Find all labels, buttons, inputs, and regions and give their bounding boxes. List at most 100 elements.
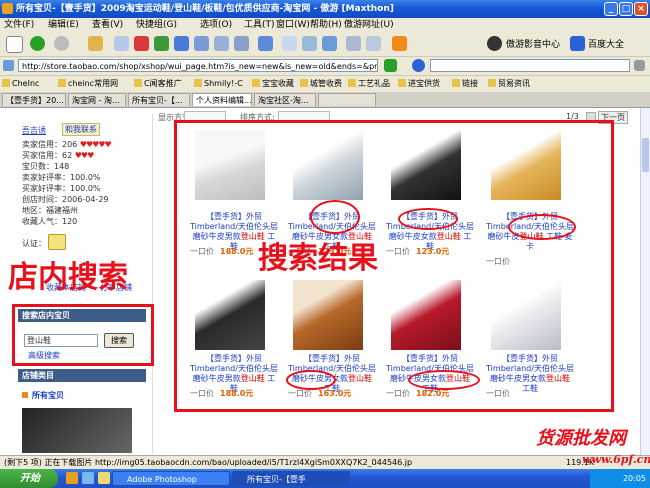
folder-icon [488, 79, 496, 87]
favorites-item[interactable]: cheinc常用网 [58, 76, 118, 92]
window-title: 所有宝贝-【壹手货】2009淘宝运动鞋/登山鞋/板鞋/包优质供应商-淘宝网 - … [16, 4, 394, 14]
status-bar: (剩下5 项) 正在下载图片 http://img05.taobaocdn.co… [0, 453, 650, 470]
certification-label: 认证： [22, 239, 46, 248]
search-results-highlight-box [174, 120, 614, 412]
favorites-item[interactable]: 城管收费 [300, 76, 342, 92]
back-icon[interactable] [30, 36, 45, 51]
zoom-icon[interactable] [322, 36, 337, 51]
favorites-item[interactable]: Shmily!-C [194, 76, 243, 92]
favorites-bar: CheInc cheinc常用网 C闻客推广 Shmily!-C 宝宝收藏 城管… [0, 76, 650, 93]
stat-favorites: 收藏人气：120 [22, 217, 78, 226]
tab-item[interactable] [318, 93, 376, 106]
stat-seller-credit: 卖家信用：206 ♥♥♥♥♥ [22, 140, 112, 149]
close-button[interactable]: × [634, 2, 648, 16]
taskbar-photoshop[interactable]: Adobe Photoshop [112, 471, 230, 486]
forward-icon[interactable] [54, 36, 69, 51]
stat-open-date: 创店时间：2006-04-29 [22, 195, 109, 204]
menu-edit[interactable]: 编辑(E) [48, 18, 79, 32]
category-all-items[interactable]: 所有宝贝 [32, 390, 64, 401]
maximize-button[interactable]: □ [619, 2, 633, 16]
menu-maxthon-sites[interactable]: 傲游网址(U) [344, 18, 394, 32]
menu-tools[interactable]: 工具(T) [244, 18, 275, 32]
favorites-item[interactable]: CheInc [2, 76, 39, 92]
favorites-item[interactable]: 贸易资讯 [488, 76, 530, 92]
tab-icon[interactable] [114, 36, 129, 51]
menu-options[interactable]: 选项(O) [200, 18, 232, 32]
highlight-scribble [310, 200, 360, 234]
heart-icon: ♥♥♥ [74, 151, 94, 160]
history-icon[interactable] [194, 36, 209, 51]
rss-icon[interactable] [392, 36, 407, 51]
web-search-input[interactable] [430, 59, 630, 72]
up-folder-icon[interactable] [88, 36, 103, 51]
rss-reader-icon[interactable] [234, 36, 249, 51]
store-search-annotation: 店内搜索 [8, 260, 128, 295]
menu-groups[interactable]: 快捷组(G) [136, 18, 177, 32]
window-titlebar: 所有宝贝-【壹手货】2009淘宝运动鞋/登山鞋/板鞋/包优质供应商-淘宝网 - … [0, 0, 650, 18]
favorites-item[interactable]: C闻客推广 [134, 76, 182, 92]
main-toolbar: 傲游影音中心 百度大全 [0, 32, 650, 57]
go-icon[interactable] [384, 59, 397, 72]
tab-item-active[interactable]: 个人资料编辑... [192, 93, 252, 106]
stat-item-count: 宝贝数：148 [22, 162, 70, 171]
tab-item[interactable]: 【壹手货】20... [2, 93, 66, 106]
favorites-item[interactable]: 进宝供货 [398, 76, 440, 92]
favorites-item[interactable]: 链接 [452, 76, 478, 92]
highlight-scribble [408, 370, 480, 390]
tab-item[interactable]: 淘宝网 - 淘... [68, 93, 126, 106]
panel-icon[interactable] [282, 36, 297, 51]
media-center-link[interactable]: 傲游影音中心 [506, 37, 560, 50]
quicklaunch-icon[interactable] [82, 472, 94, 484]
undo-icon[interactable] [258, 36, 273, 51]
quicklaunch-icon[interactable] [98, 472, 110, 484]
favorites-item[interactable]: 工艺礼品 [348, 76, 390, 92]
screenshot-icon[interactable] [346, 36, 361, 51]
menu-help[interactable]: 帮助(H) [310, 18, 342, 32]
url-input[interactable]: http://store.taobao.com/shop/xshop/wui_p… [18, 59, 378, 72]
windows-taskbar: 开始 Adobe Photoshop 所有宝贝-【壹手 20:05 [0, 469, 650, 488]
quicklaunch-icon[interactable] [66, 472, 78, 484]
status-text: (剩下5 项) 正在下载图片 http://img05.taobaocdn.co… [4, 458, 413, 467]
folder-icon [300, 79, 308, 87]
store-category-header: 店铺类目 [18, 369, 146, 382]
folder-icon [134, 79, 142, 87]
notes-icon[interactable] [366, 36, 381, 51]
media-center-icon[interactable] [487, 36, 502, 51]
menu-window[interactable]: 窗口(W) [276, 18, 310, 32]
contact-seller-button[interactable]: 和我联系 [62, 123, 100, 136]
search-go-icon[interactable] [634, 60, 645, 71]
new-page-icon[interactable] [6, 36, 23, 53]
favorites-item[interactable]: 宝宝收藏 [252, 76, 294, 92]
baidu-icon[interactable] [570, 36, 585, 51]
menu-file[interactable]: 文件(F) [4, 18, 34, 32]
tab-item[interactable]: 所有宝贝-【... [128, 93, 190, 106]
category-banner-image[interactable] [22, 408, 132, 453]
vertical-scrollbar[interactable] [640, 108, 650, 455]
seller-name-link[interactable]: 吾吉诱 [22, 125, 46, 136]
home-icon[interactable] [174, 36, 189, 51]
folder-icon [252, 79, 260, 87]
watermark-domain: www.6pf.cn [582, 453, 650, 466]
menu-bar: 文件(F) 编辑(E) 查看(V) 快捷组(G) 选项(O) 工具(T) 窗口(… [0, 18, 650, 33]
start-button[interactable]: 开始 [0, 469, 58, 488]
stop-icon[interactable] [134, 36, 149, 51]
folder-icon [2, 79, 10, 87]
heart-icon: ♥♥♥♥♥ [79, 140, 112, 149]
stat-seller-rating: 卖家好评率：100.0% [22, 173, 101, 182]
taskbar-browser[interactable]: 所有宝贝-【壹手 [232, 471, 350, 486]
search-engine-icon[interactable] [412, 59, 425, 72]
address-bar: http://store.taobao.com/shop/xshop/wui_p… [0, 57, 650, 76]
minimize-button[interactable]: _ [604, 2, 618, 16]
split-view-icon[interactable] [302, 36, 317, 51]
refresh-icon[interactable] [154, 36, 169, 51]
favorites-icon[interactable] [214, 36, 229, 51]
baidu-link[interactable]: 百度大全 [588, 37, 624, 50]
highlight-scribble [398, 208, 458, 230]
cert-badge-icon [48, 234, 66, 250]
menu-view[interactable]: 查看(V) [92, 18, 123, 32]
tab-item[interactable]: 淘宝社区-淘... [254, 93, 316, 106]
scrollbar-thumb[interactable] [642, 138, 649, 172]
category-bullet-icon [22, 392, 28, 398]
stat-region: 地区：福建福州 [22, 206, 78, 215]
folder-icon [452, 79, 460, 87]
